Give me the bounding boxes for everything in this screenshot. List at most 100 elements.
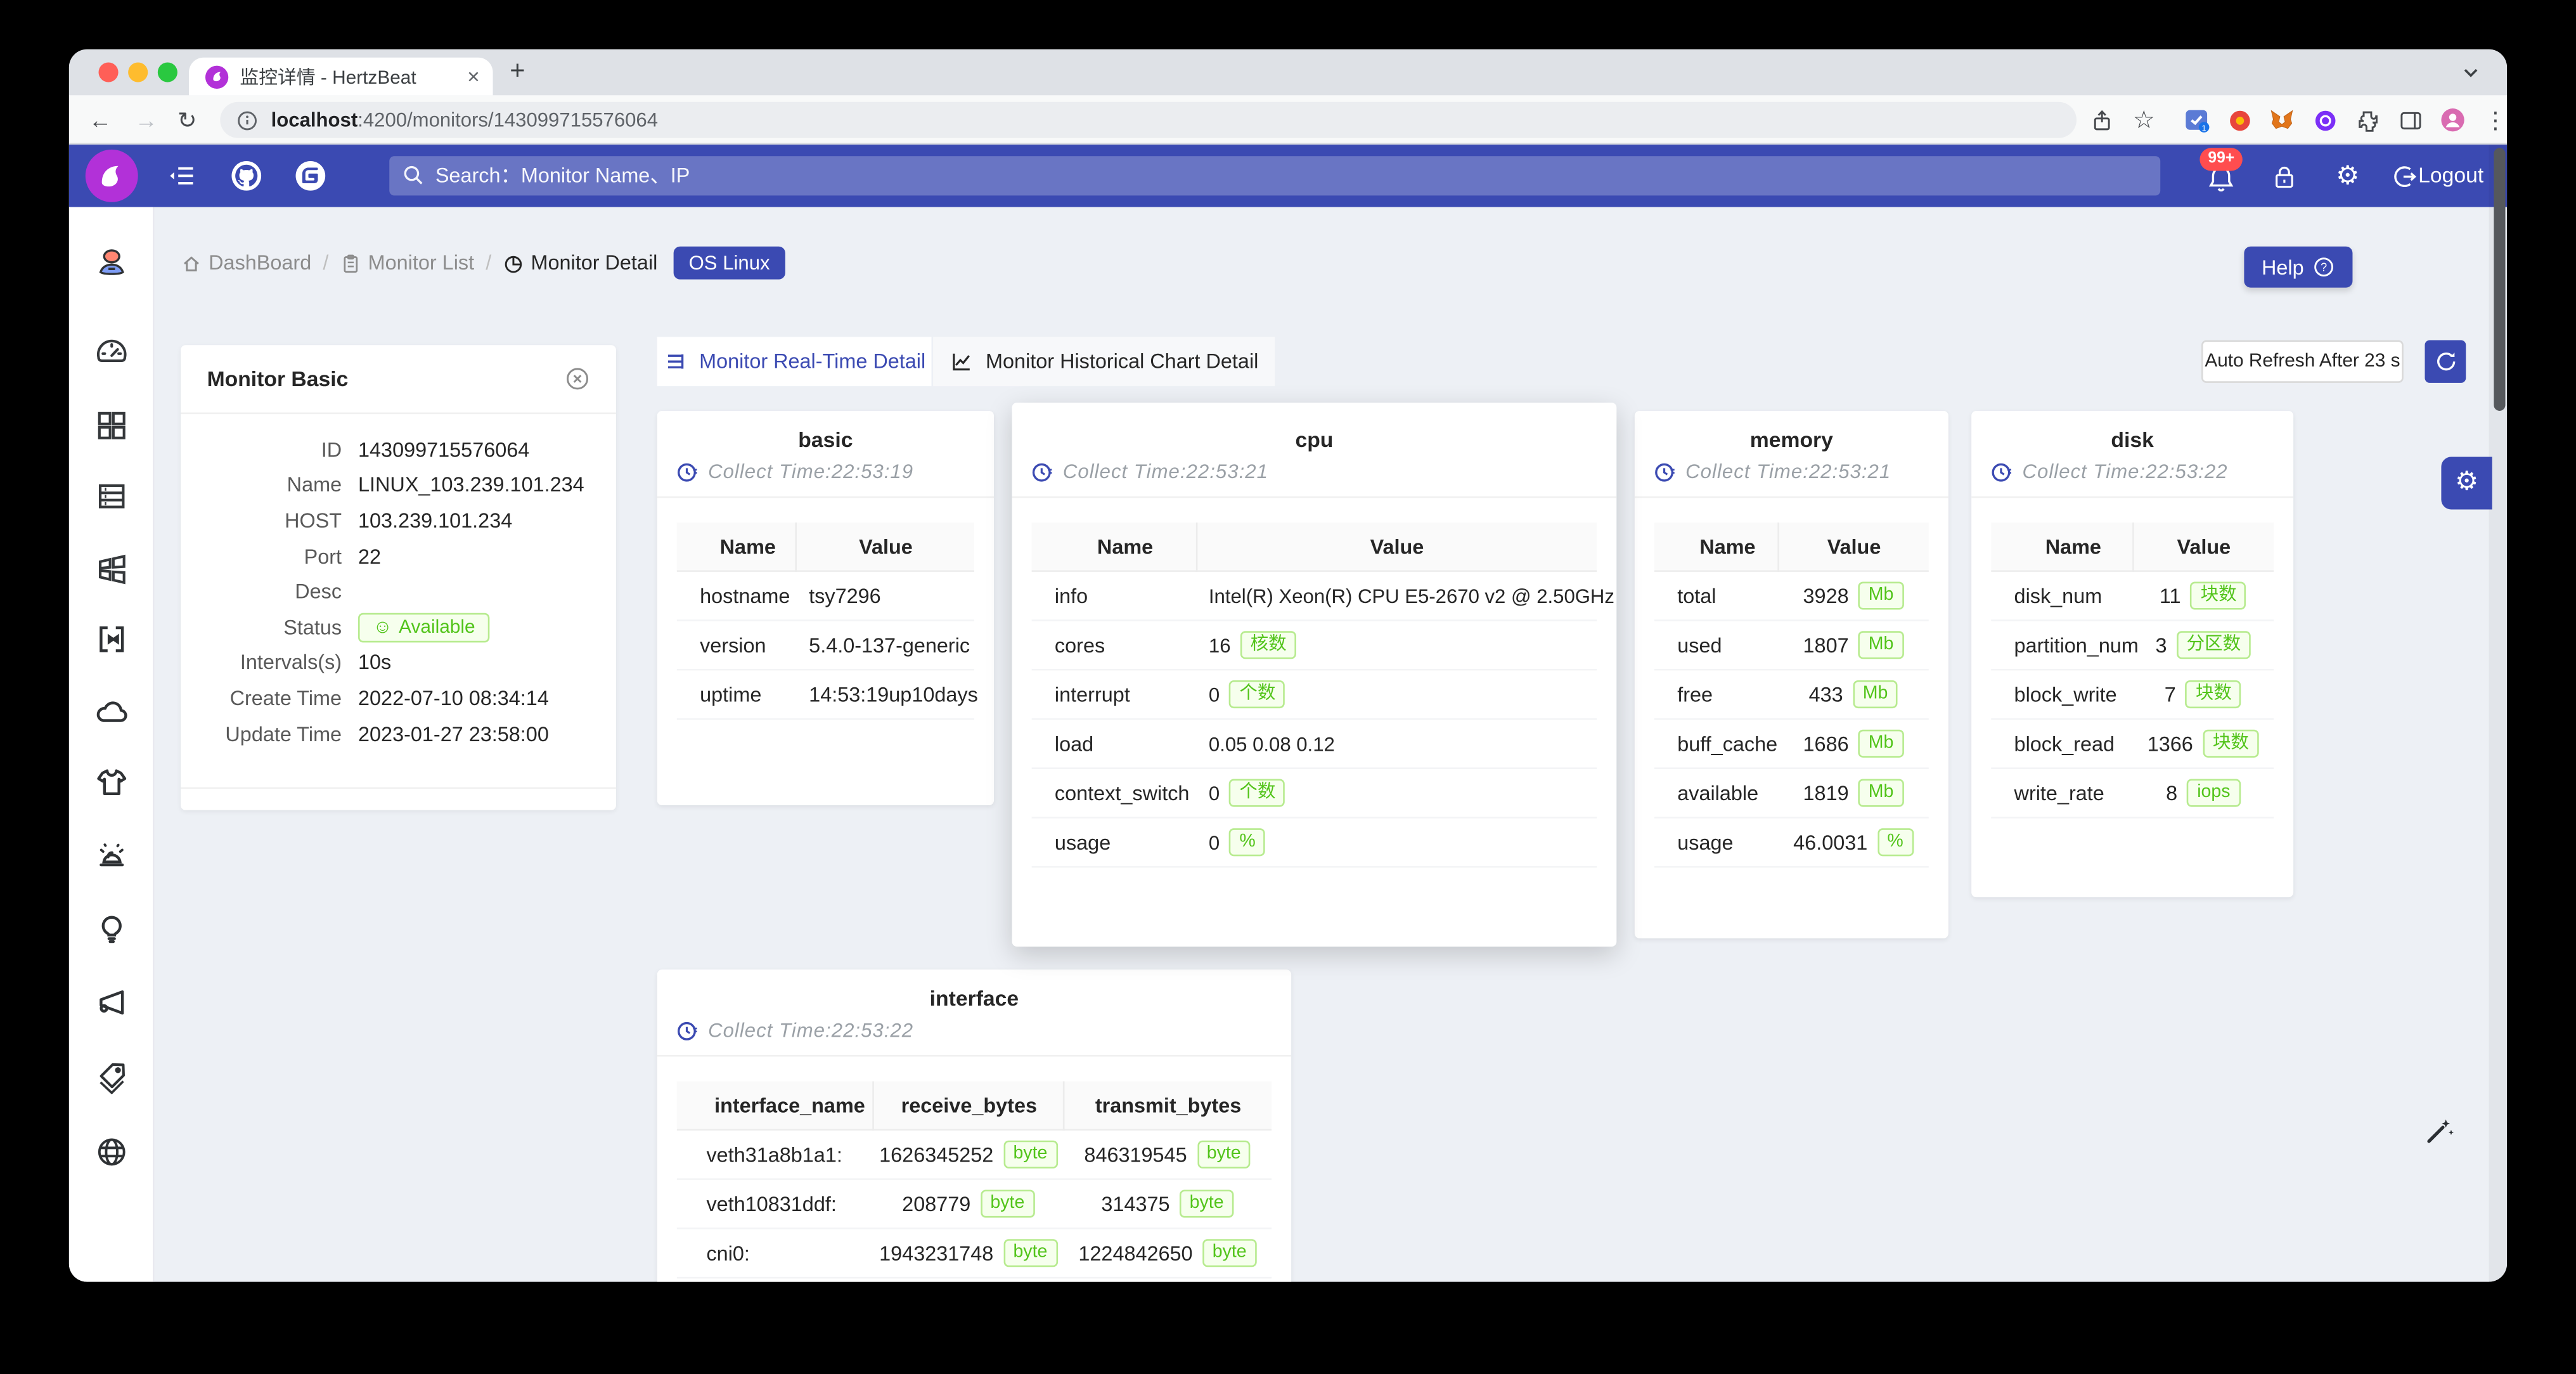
bulb-icon[interactable] [94,911,130,947]
collect-time: Collect Time:22:53:22 [677,1019,1272,1042]
traffic-close-button[interactable] [98,62,119,82]
settings-gear-icon[interactable]: ⚙ [2331,159,2364,192]
tags-icon[interactable] [94,1058,130,1094]
github-icon[interactable] [230,159,263,192]
unit-tag: % [1877,828,1914,857]
unit-tag: byte [1202,1239,1257,1267]
user-avatar-icon[interactable] [94,245,130,281]
monitor-basic-title: Monitor Basic [207,366,349,391]
unit-tag: % [1229,828,1266,857]
field-label: ID [321,438,342,462]
collect-time: Collect Time:22:53:22 [1991,460,2274,483]
site-info-icon[interactable] [236,109,258,131]
traffic-zoom-button[interactable] [157,62,177,82]
share-icon[interactable] [2087,105,2116,135]
magic-wand-icon[interactable] [2423,1114,2456,1147]
unit-tag: 块数 [2191,581,2247,610]
receive-bytes-value: 1943231748 [879,1241,994,1265]
browser-menu-icon[interactable]: ⋮ [2481,105,2507,135]
logout-label[interactable]: Logout [2418,163,2483,188]
extension-blue-icon[interactable]: 1 [2182,105,2212,135]
forward-button[interactable]: → [135,107,158,133]
hertzbeat-logo[interactable] [85,149,138,202]
refresh-button[interactable] [2425,340,2466,383]
metric-row: available 1819 Mb [1654,769,1929,819]
metric-value: 1366 [2147,732,2193,755]
metric-value: 11 [2159,584,2181,607]
dashboard-gauge-icon[interactable] [94,334,130,370]
unit-tag: 核数 [1240,631,1297,659]
reload-button[interactable]: ↻ [177,107,196,133]
unit-tag: 块数 [2186,680,2242,709]
metamask-fox-icon[interactable] [2267,105,2297,135]
field-label: Name [287,474,342,497]
profile-avatar[interactable] [2438,105,2468,135]
server-stack-icon[interactable] [94,478,130,514]
help-button[interactable]: Help ? [2244,246,2353,288]
interface-row: cni0: 1943231748 byte 1224842650 byte [676,1229,1272,1279]
metric-value: 1819 [1803,781,1849,805]
home-icon [184,256,199,271]
globe-icon[interactable] [94,1134,130,1170]
breadcrumb-monitor-detail: Monitor Detail [503,252,657,275]
theme-settings-button[interactable]: ⚙ [2441,457,2492,510]
auto-refresh-label[interactable]: Auto Refresh After 23 s [2201,340,2404,383]
metric-row: block_read 1366 块数 [1991,720,2274,769]
side-panel-icon[interactable] [2395,105,2425,135]
breadcrumb-monitor-list[interactable]: Monitor List [340,252,474,275]
unit-tag: byte [1003,1140,1057,1169]
alert-siren-icon[interactable] [94,836,130,872]
monitor-basic-footer [181,787,616,810]
notification-badge: 99+ [2199,148,2243,171]
logout-icon[interactable] [2387,159,2420,192]
unit-tag: byte [1180,1189,1234,1218]
lock-icon[interactable] [2267,159,2300,192]
unit-tag: Mb [1858,581,1903,610]
monitor-basic-header: Monitor Basic [181,345,616,415]
metric-value: 16 [1208,633,1231,657]
merge-brackets-icon[interactable] [94,621,130,658]
metric-row: context_switch 0 个数 [1031,769,1597,819]
apps-grid-icon[interactable] [94,408,130,444]
tab-close-icon[interactable]: × [467,64,480,89]
breadcrumb-dashboard[interactable]: DashBoard [181,252,311,275]
metric-value: 14:53:19up10days [809,682,978,706]
close-circle-icon[interactable] [565,366,590,391]
extensions-puzzle-icon[interactable] [2352,105,2382,135]
tshirt-icon[interactable] [94,764,130,800]
megaphone-icon[interactable] [94,984,130,1020]
extension-purple-icon[interactable] [2310,105,2340,135]
metric-row: hostname tsy7296 [676,572,974,621]
cloud-icon[interactable] [94,694,130,730]
traffic-minimize-button[interactable] [128,62,148,82]
back-button[interactable]: ← [89,107,112,133]
field-label: Desc [295,580,342,604]
browser-tab[interactable]: 监控详情 - HertzBeat × [189,57,493,96]
metric-row: interrupt 0 个数 [1031,670,1597,720]
browser-toolbar: ← → ↻ localhost:4200/monitors/1430997155… [68,95,2508,145]
clock-icon [678,462,697,481]
field-row: Status ☺ Available [181,609,616,645]
field-row: Desc [181,574,616,610]
question-circle-icon: ? [2315,257,2334,277]
metric-card-memory: memory Collect Time:22:53:21 Name Value … [1634,410,1948,938]
app-windows-icon[interactable] [94,550,130,587]
monitor-basic-panel: Monitor Basic ID 143099715576064 Name LI… [181,345,616,810]
menu-fold-icon[interactable] [166,159,199,192]
address-bar[interactable]: localhost:4200/monitors/143099715576064 [220,101,2077,138]
unit-tag: Mb [1858,779,1903,807]
gitee-icon[interactable] [294,159,327,192]
hertzbeat-favicon-icon [205,65,229,88]
search-input[interactable] [389,156,2161,196]
new-tab-button[interactable]: + [499,55,536,91]
status-badge: ☺ Available [358,612,490,642]
page-scrollbar-thumb[interactable] [2494,148,2506,411]
bookmark-star-icon[interactable]: ☆ [2129,105,2159,134]
metric-value: 3 [2155,633,2167,657]
card-title: memory [1749,427,1833,452]
tab-search-chevron-icon[interactable] [2461,61,2481,91]
metric-name: write_rate [2014,781,2104,805]
extension-red-icon[interactable] [2224,105,2254,135]
tab-realtime-detail[interactable]: Monitor Real-Time Detail [657,337,932,387]
tab-historical-chart[interactable]: Monitor Historical Chart Detail [933,337,1275,387]
